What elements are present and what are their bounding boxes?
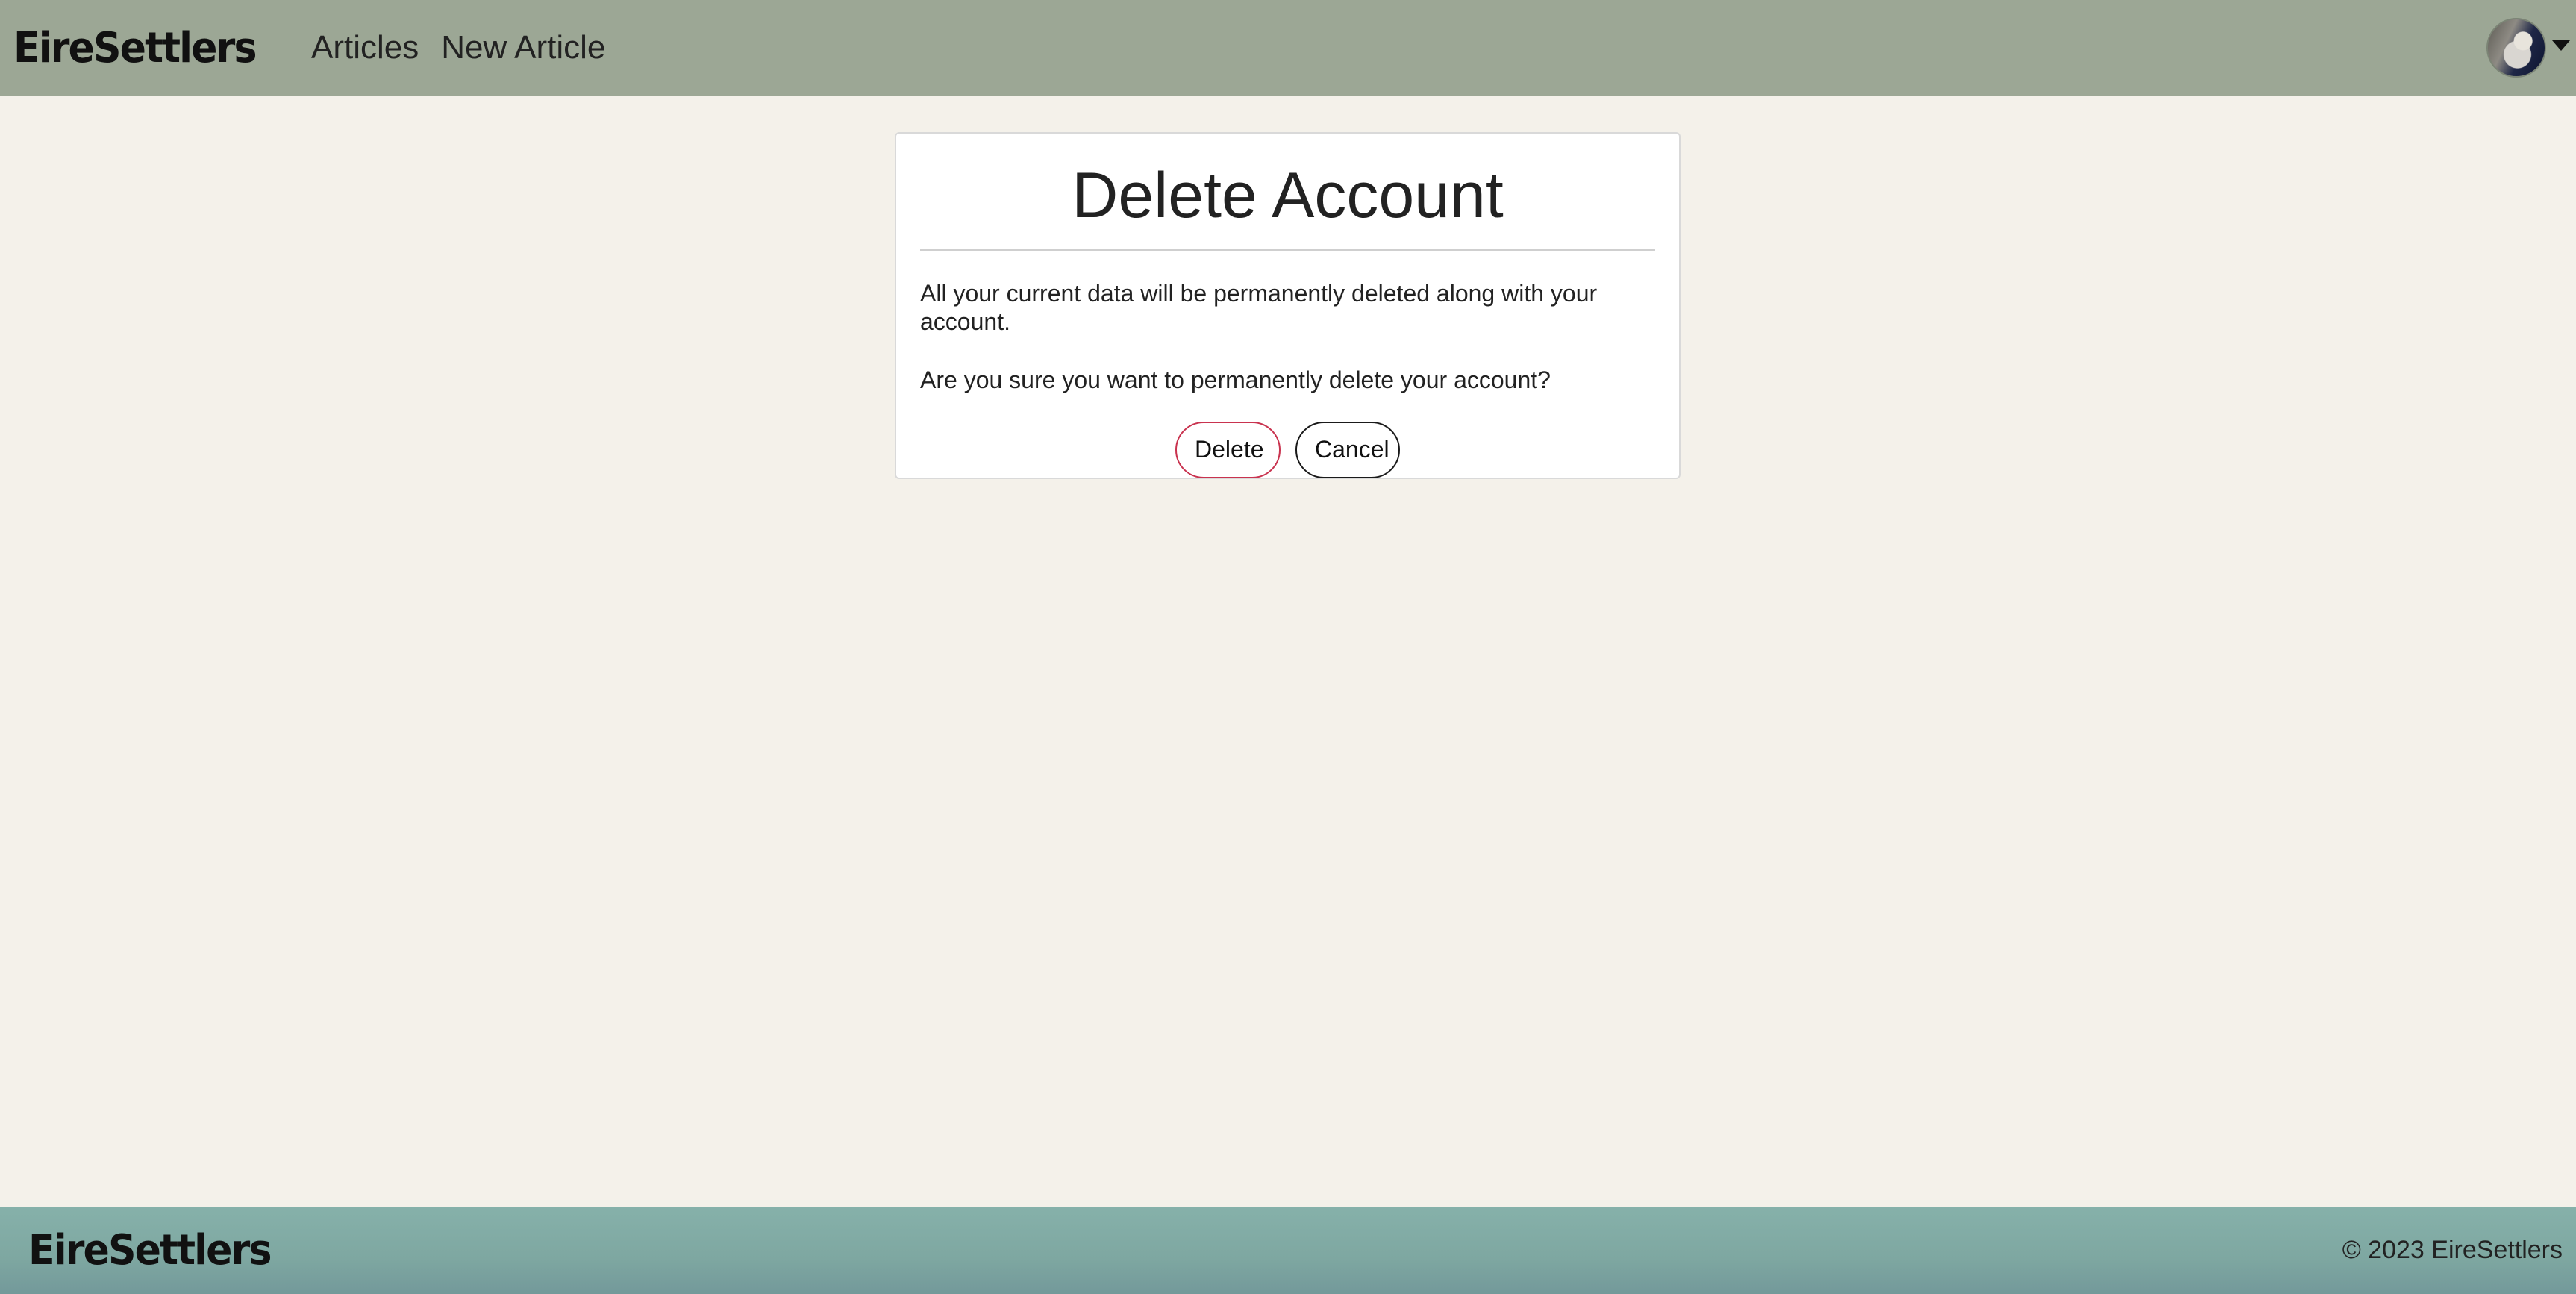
user-avatar[interactable] — [2486, 18, 2546, 78]
nav-link-articles[interactable]: Articles — [311, 29, 419, 66]
top-navbar: EireSettlers Articles New Article — [0, 0, 2576, 96]
action-buttons: Delete Cancel — [920, 421, 1655, 478]
page-title: Delete Account — [1072, 160, 1504, 231]
delete-account-card: Delete Account All your current data wil… — [895, 132, 1681, 479]
delete-button[interactable]: Delete — [1175, 421, 1281, 478]
brand-logo[interactable]: EireSettlers — [13, 24, 257, 72]
footer-brand-logo[interactable]: EireSettlers — [28, 1226, 272, 1275]
caret-down-icon[interactable] — [2552, 40, 2570, 51]
nav-link-new-article[interactable]: New Article — [441, 29, 605, 66]
user-menu[interactable] — [2486, 16, 2570, 79]
cancel-button[interactable]: Cancel — [1295, 421, 1400, 478]
copyright-text: © 2023 EireSettlers — [2342, 1236, 2563, 1264]
confirmation-question: Are you sure you want to permanently del… — [920, 366, 1551, 394]
footer: EireSettlers © 2023 EireSettlers — [0, 1207, 2576, 1294]
warning-message: All your current data will be permanentl… — [920, 279, 1598, 335]
divider — [920, 249, 1655, 251]
